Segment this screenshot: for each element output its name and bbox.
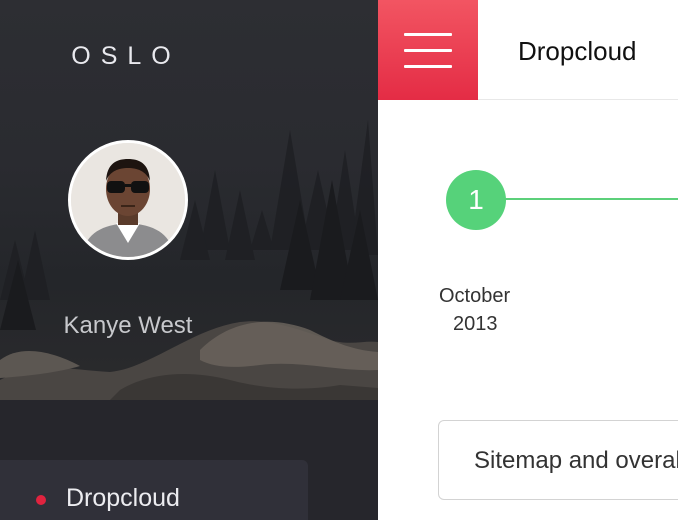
user-name[interactable]: Kanye West	[0, 312, 256, 340]
timeline-card-text: Sitemap and overal	[474, 447, 678, 474]
timeline-step-year: 2013	[453, 313, 498, 335]
user-avatar-image	[71, 143, 185, 257]
timeline-card[interactable]: Sitemap and overal	[438, 420, 678, 500]
page-title: Dropcloud	[518, 36, 637, 66]
hamburger-icon-bar	[404, 49, 452, 52]
sidebar: OSLO Kanye West Dropcloud	[0, 0, 378, 520]
timeline-step-month: October	[439, 285, 511, 307]
sidebar-hero-background: OSLO Kanye West	[0, 0, 378, 400]
sidebar-item-label: Dropcloud	[66, 484, 180, 512]
brand-logo[interactable]: OSLO	[0, 42, 252, 71]
hamburger-icon-bar	[404, 65, 452, 68]
menu-button[interactable]	[378, 0, 478, 100]
active-indicator-dot	[36, 495, 46, 505]
sidebar-item-dropcloud[interactable]: Dropcloud	[0, 460, 308, 520]
timeline-step-1[interactable]: 1	[446, 170, 506, 230]
timeline-connector	[496, 198, 678, 200]
avatar[interactable]	[68, 140, 188, 260]
main-panel: Dropcloud 1 October 2013 Sitemap and ove…	[378, 0, 678, 520]
hamburger-icon	[404, 33, 452, 36]
header-divider	[478, 99, 678, 100]
